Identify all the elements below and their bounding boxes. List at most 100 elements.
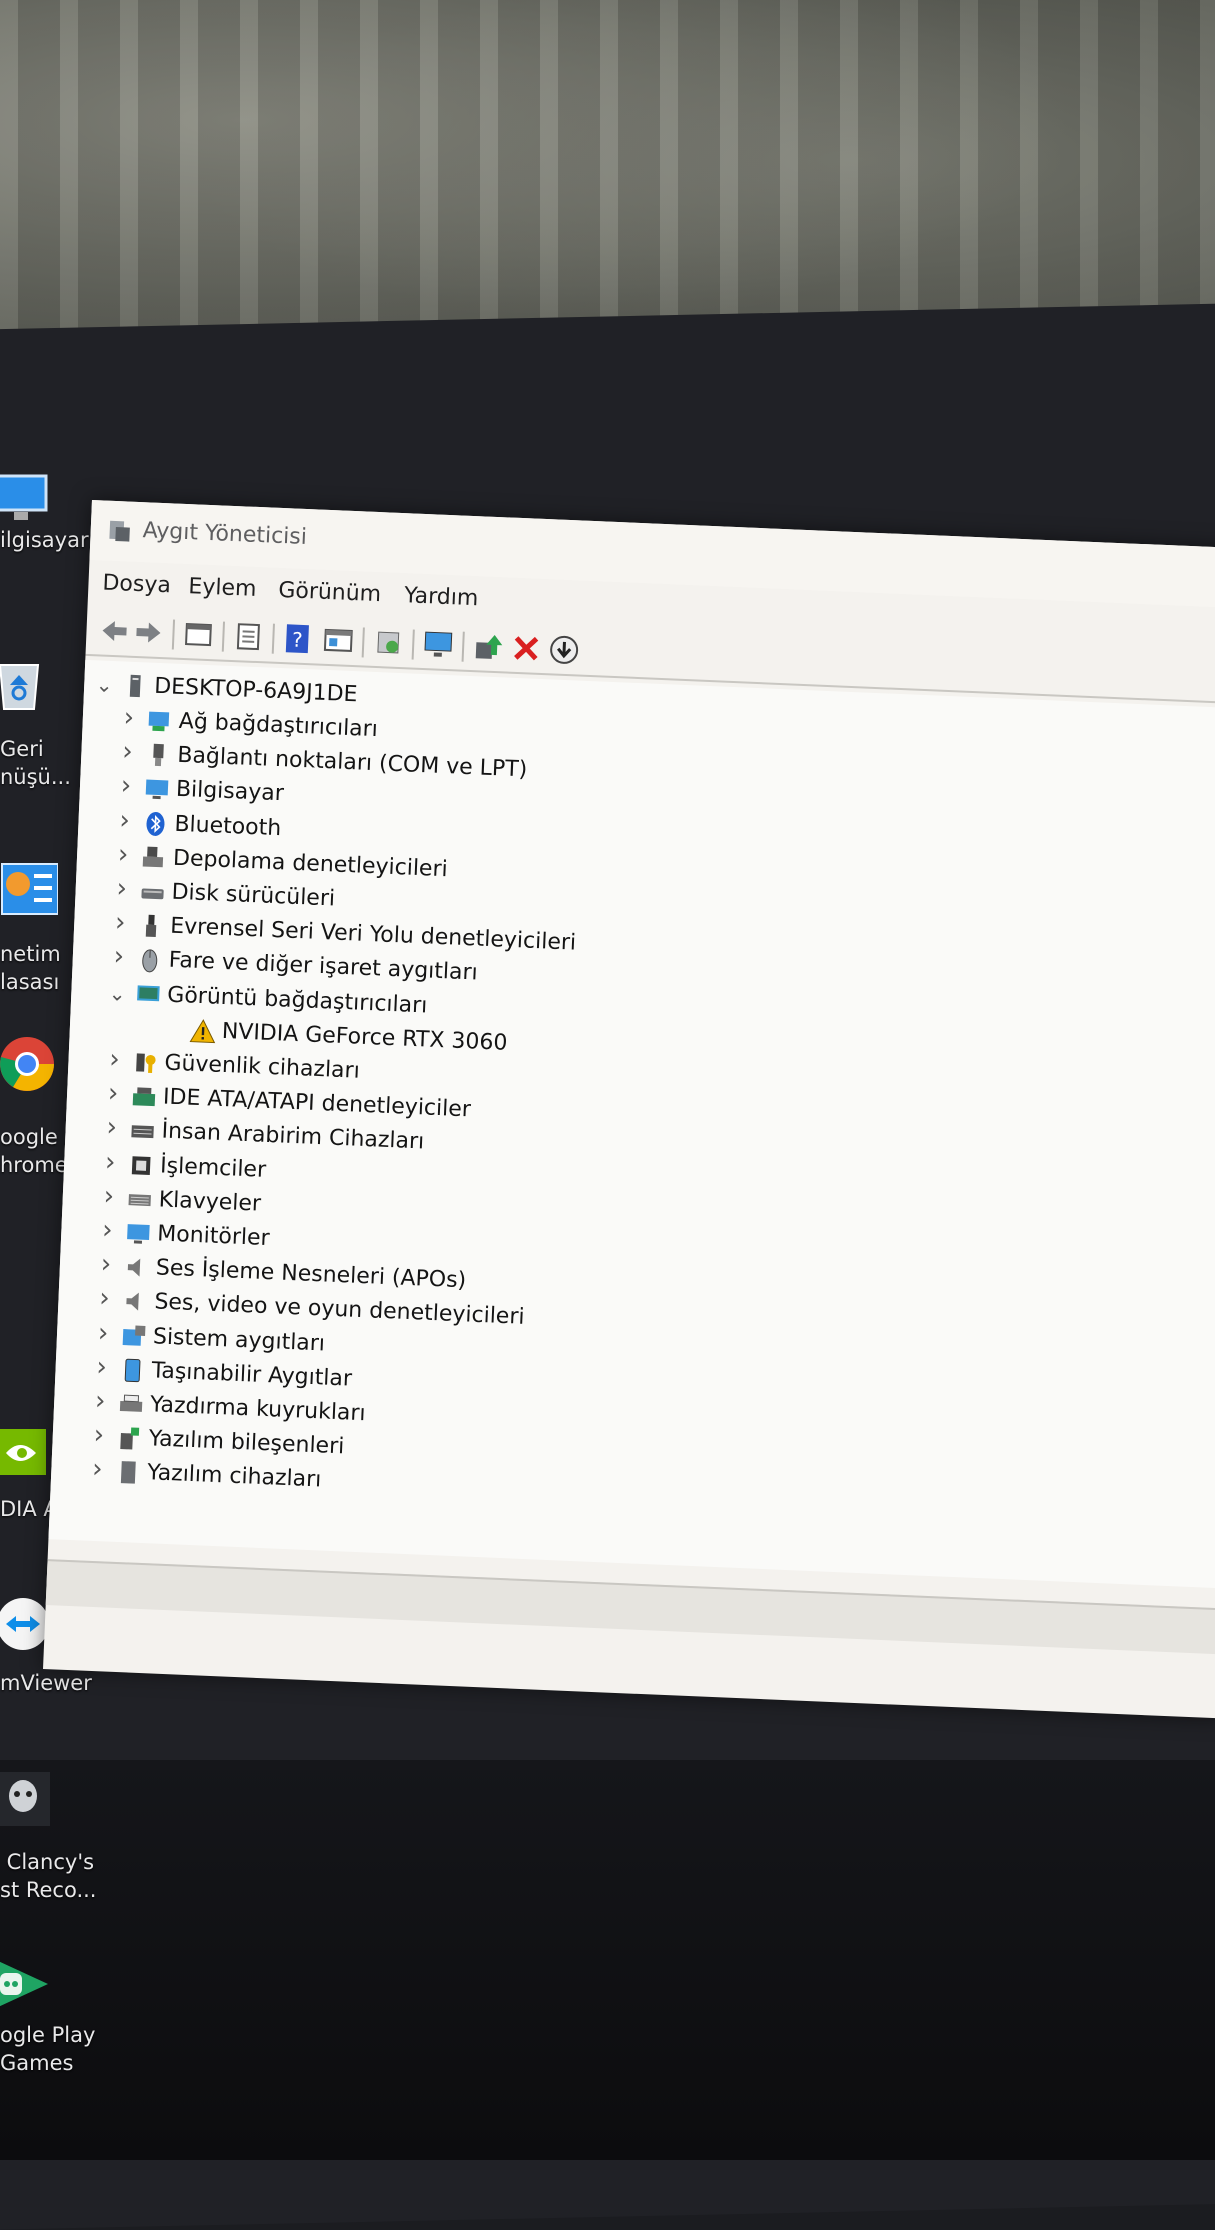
menu-yardim[interactable]: Yardım bbox=[404, 583, 479, 611]
tree-item-label: Bluetooth bbox=[173, 811, 282, 841]
usb-icon bbox=[145, 914, 157, 938]
chevron-right-icon[interactable]: › bbox=[87, 1454, 108, 1485]
chevron-right-icon[interactable]: › bbox=[110, 907, 131, 938]
chevron-right-icon[interactable]: › bbox=[104, 1044, 125, 1075]
update-driver-icon[interactable] bbox=[472, 630, 505, 663]
tree-item-label: Klavyeler bbox=[158, 1187, 262, 1217]
storage-controller-icon bbox=[142, 846, 164, 868]
tree-item-label: Yazılım cihazları bbox=[146, 1460, 322, 1493]
menu-gorunum[interactable]: Görünüm bbox=[278, 578, 382, 607]
uninstall-icon[interactable] bbox=[510, 632, 543, 665]
menu-dosya[interactable]: Dosya bbox=[102, 571, 171, 599]
download-icon[interactable] bbox=[547, 633, 580, 666]
chevron-right-icon[interactable]: › bbox=[98, 1181, 119, 1212]
chevron-right-icon[interactable]: › bbox=[91, 1352, 112, 1383]
ide-controller-icon bbox=[132, 1087, 156, 1107]
toolbar-separator bbox=[361, 627, 365, 658]
chevron-right-icon[interactable]: › bbox=[114, 805, 135, 836]
google-play-games-icon bbox=[0, 1961, 48, 2007]
processor-icon bbox=[131, 1155, 151, 1175]
control-panel-icon bbox=[1, 863, 58, 915]
printer-icon bbox=[119, 1394, 143, 1412]
tree-item-label: İnsan Arabirim Cihazları bbox=[161, 1118, 425, 1155]
toolbar-separator bbox=[221, 621, 226, 652]
chevron-right-icon[interactable]: › bbox=[88, 1420, 109, 1451]
toolbar-separator bbox=[171, 619, 176, 650]
menu-eylem[interactable]: Eylem bbox=[188, 574, 257, 602]
toolbar-separator bbox=[411, 629, 415, 660]
network-adapter-icon bbox=[148, 711, 170, 732]
toolbar-separator bbox=[461, 631, 465, 662]
monitor-icon[interactable] bbox=[422, 628, 455, 661]
chevron-right-icon[interactable]: › bbox=[108, 942, 129, 973]
chevron-right-icon[interactable]: › bbox=[117, 736, 138, 767]
chevron-right-icon[interactable]: › bbox=[113, 839, 134, 870]
hid-icon bbox=[131, 1125, 154, 1139]
chevron-right-icon[interactable]: › bbox=[100, 1147, 121, 1178]
tree-item-label: Monitörler bbox=[156, 1221, 271, 1252]
desktop-icon-label: ilgisayar bbox=[0, 528, 89, 552]
chevron-down-icon[interactable]: ⌄ bbox=[94, 672, 115, 697]
window-title: Aygıt Yöneticisi bbox=[142, 518, 308, 551]
chevron-right-icon[interactable]: › bbox=[103, 1078, 124, 1109]
forward-icon[interactable] bbox=[132, 616, 165, 649]
software-device-icon bbox=[120, 1461, 136, 1485]
tree-item-label: İşlemciler bbox=[159, 1153, 267, 1183]
chevron-down-icon[interactable]: ⌄ bbox=[107, 981, 128, 1006]
software-component-icon bbox=[120, 1427, 140, 1450]
audio-icon bbox=[127, 1258, 141, 1277]
recycle-bin-icon bbox=[0, 664, 40, 710]
mouse-icon bbox=[142, 949, 158, 973]
chevron-right-icon[interactable]: › bbox=[118, 702, 139, 733]
security-device-icon bbox=[136, 1053, 156, 1074]
disk-drive-icon bbox=[141, 888, 164, 900]
tree-item-label: Disk sürücüleri bbox=[171, 879, 336, 912]
chevron-right-icon[interactable]: › bbox=[115, 771, 136, 802]
display-adapter-icon bbox=[137, 984, 160, 1001]
back-icon[interactable] bbox=[98, 614, 131, 647]
view-icon[interactable] bbox=[322, 624, 355, 657]
list-icon[interactable] bbox=[232, 620, 265, 653]
tree-root-label: DESKTOP-6A9J1DE bbox=[153, 673, 358, 708]
tree-item-label: Görüntü bağdaştırıcıları bbox=[166, 982, 428, 1019]
bluetooth-icon bbox=[146, 811, 165, 836]
properties-icon[interactable] bbox=[182, 618, 215, 651]
warning-icon bbox=[189, 1018, 216, 1043]
chevron-right-icon[interactable]: › bbox=[93, 1317, 114, 1348]
desk-area bbox=[0, 1760, 1215, 2160]
desktop-icon-label: Clancy's st Reco... bbox=[0, 1850, 97, 1902]
tree-item-label: Güvenlik cihazları bbox=[163, 1050, 361, 1084]
tree-item-label: Ağ bağdaştırıcıları bbox=[178, 708, 379, 743]
chevron-right-icon[interactable]: › bbox=[95, 1249, 116, 1280]
device-manager-app-icon bbox=[109, 520, 130, 542]
keyboard-icon bbox=[128, 1193, 151, 1206]
tree-item-label: Sistem aygıtları bbox=[152, 1323, 326, 1357]
chevron-right-icon[interactable]: › bbox=[94, 1283, 115, 1314]
computer-root-icon bbox=[129, 674, 141, 698]
monitor-icon bbox=[127, 1224, 150, 1244]
portable-device-icon bbox=[124, 1358, 141, 1382]
scan-icon[interactable] bbox=[372, 626, 405, 659]
device-tree: ⌄ DESKTOP-6A9J1DE › Ağ bağdaştırıcıları › B… bbox=[48, 659, 1215, 1589]
chevron-right-icon[interactable]: › bbox=[101, 1112, 122, 1143]
desktop-icon-label: Geri nüşü... bbox=[0, 737, 71, 789]
ghost-recon-icon bbox=[0, 1772, 50, 1826]
chrome-icon bbox=[0, 1037, 54, 1091]
chevron-right-icon[interactable]: › bbox=[97, 1215, 118, 1246]
tree-item-label: Yazılım bileşenleri bbox=[148, 1426, 345, 1460]
device-manager-window: Aygıt Yöneticisi Dosya Eylem Görünüm Yar… bbox=[43, 500, 1215, 1719]
desktop-icon-label: mViewer bbox=[0, 1671, 92, 1695]
nvidia-icon bbox=[0, 1429, 46, 1475]
help-icon[interactable]: ? bbox=[282, 622, 315, 655]
chevron-right-icon[interactable]: › bbox=[90, 1386, 111, 1417]
audio-icon bbox=[126, 1293, 139, 1312]
this-pc-icon bbox=[0, 474, 48, 520]
svg-text:?: ? bbox=[292, 628, 304, 652]
tree-item-label: Bilgisayar bbox=[175, 777, 285, 807]
computer-icon bbox=[145, 779, 169, 800]
system-device-icon bbox=[122, 1325, 146, 1346]
tree-item-label: Yazdırma kuyrukları bbox=[149, 1392, 367, 1427]
port-icon bbox=[153, 743, 164, 767]
chevron-right-icon[interactable]: › bbox=[111, 873, 132, 904]
tree-item-label: Taşınabilir Aygıtlar bbox=[151, 1358, 353, 1392]
